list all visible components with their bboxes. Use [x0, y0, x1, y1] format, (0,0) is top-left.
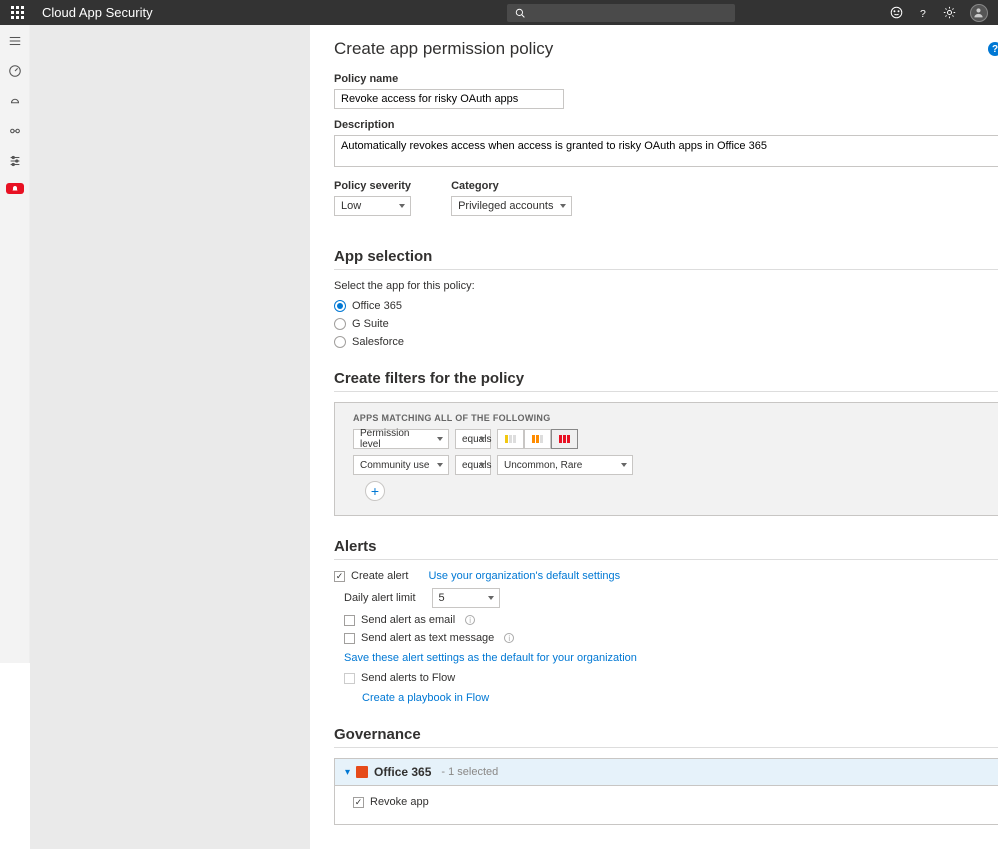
governance-selected-count: - 1 selected: [441, 766, 498, 778]
severity-med-toggle[interactable]: [524, 429, 551, 449]
category-label: Category: [451, 180, 572, 192]
control-icon[interactable]: [7, 153, 23, 169]
filters-box: APPS MATCHING ALL OF THE FOLLOWING Permi…: [334, 402, 998, 516]
category-select[interactable]: Privileged accounts: [451, 196, 572, 216]
daily-limit-select[interactable]: 5: [432, 588, 500, 608]
radio-icon: [334, 300, 346, 312]
office365-icon: [356, 766, 368, 778]
investigate-icon[interactable]: [7, 123, 23, 139]
description-input[interactable]: [334, 135, 998, 167]
app-selection-prompt: Select the app for this policy:: [334, 280, 998, 292]
user-avatar[interactable]: [970, 4, 988, 22]
severity-select[interactable]: Low: [334, 196, 411, 216]
send-flow-label: Send alerts to Flow: [361, 672, 455, 684]
settings-icon[interactable]: [943, 6, 956, 19]
alerts-title: Alerts: [334, 538, 998, 560]
severity-low-toggle[interactable]: [497, 429, 524, 449]
filter-op-select[interactable]: equals: [455, 455, 491, 475]
product-title: Cloud App Security: [42, 5, 153, 20]
radio-gsuite[interactable]: G Suite: [334, 318, 998, 330]
create-alert-checkbox[interactable]: [334, 571, 345, 582]
notification-badge[interactable]: [6, 183, 24, 194]
search-box[interactable]: [507, 4, 735, 22]
filters-matching-label: APPS MATCHING ALL OF THE FOLLOWING: [353, 413, 983, 423]
create-alert-label: Create alert: [351, 570, 408, 582]
svg-text:?: ?: [920, 7, 926, 18]
send-email-label: Send alert as email: [361, 614, 455, 626]
discover-icon[interactable]: [7, 93, 23, 109]
policy-name-input[interactable]: [334, 89, 564, 109]
default-settings-link[interactable]: Use your organization's default settings: [428, 570, 620, 582]
filter-value-select[interactable]: Uncommon, Rare: [497, 455, 633, 475]
info-icon[interactable]: i: [504, 633, 514, 643]
top-bar: Cloud App Security ?: [0, 0, 998, 25]
filter-field-select[interactable]: Permission level: [353, 429, 449, 449]
filter-row: Permission level equals: [353, 429, 983, 449]
governance-title: Governance: [334, 726, 998, 748]
governance-header[interactable]: ▾ Office 365 - 1 selected: [335, 759, 998, 786]
filter-field-select[interactable]: Community use: [353, 455, 449, 475]
description-label: Description: [334, 119, 998, 131]
feedback-icon[interactable]: [890, 6, 903, 19]
app-launcher-icon[interactable]: [10, 5, 26, 21]
policy-name-label: Policy name: [334, 73, 998, 85]
governance-box: ▾ Office 365 - 1 selected Revoke app: [334, 758, 998, 825]
send-flow-checkbox[interactable]: [344, 673, 355, 684]
help-icon[interactable]: ?: [917, 7, 929, 19]
chevron-down-icon: ▾: [345, 767, 350, 778]
revoke-app-label: Revoke app: [370, 796, 429, 808]
radio-salesforce[interactable]: Salesforce: [334, 336, 998, 348]
search-icon: [515, 8, 525, 18]
radio-office365[interactable]: Office 365: [334, 300, 998, 312]
revoke-app-checkbox[interactable]: [353, 797, 364, 808]
send-email-checkbox[interactable]: [344, 615, 355, 626]
app-selection-title: App selection: [334, 248, 998, 270]
dashboard-icon[interactable]: [7, 63, 23, 79]
severity-high-toggle[interactable]: [551, 429, 578, 449]
page-title: Create app permission policy: [334, 39, 553, 59]
governance-app-name: Office 365: [374, 765, 431, 779]
save-defaults-link[interactable]: Save these alert settings as the default…: [344, 652, 637, 664]
send-sms-label: Send alert as text message: [361, 632, 494, 644]
create-playbook-link[interactable]: Create a playbook in Flow: [362, 692, 489, 704]
menu-icon[interactable]: [7, 33, 23, 49]
add-filter-button[interactable]: +: [365, 481, 385, 501]
info-icon[interactable]: i: [465, 615, 475, 625]
daily-limit-label: Daily alert limit: [344, 592, 416, 604]
filters-title: Create filters for the policy: [334, 370, 998, 392]
radio-icon: [334, 336, 346, 348]
radio-icon: [334, 318, 346, 330]
page-help-icon[interactable]: ?: [988, 42, 998, 56]
left-nav-rail: [0, 25, 30, 663]
filter-op-select[interactable]: equals: [455, 429, 491, 449]
send-sms-checkbox[interactable]: [344, 633, 355, 644]
filter-row: Community use equals Uncommon, Rare: [353, 455, 983, 475]
severity-label: Policy severity: [334, 180, 411, 192]
